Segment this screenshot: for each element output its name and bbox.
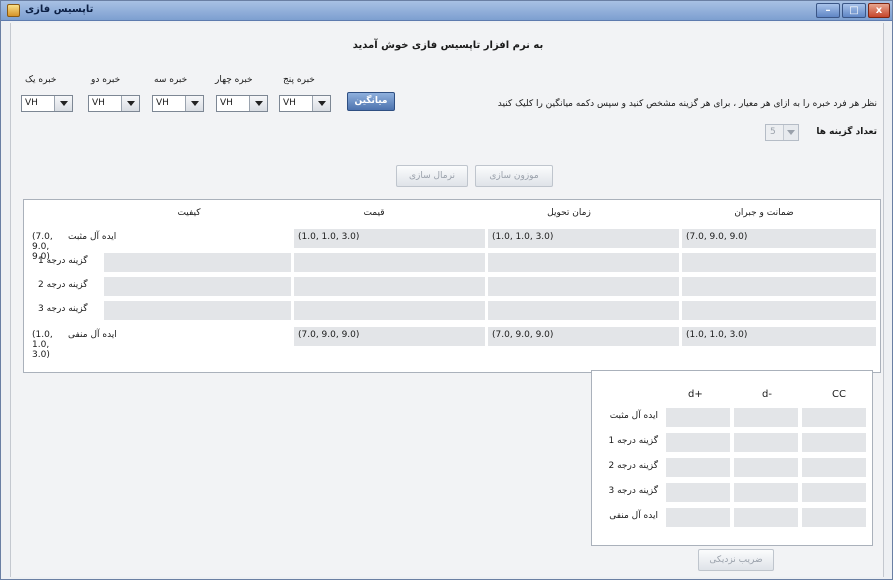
result-cell [734,408,798,427]
app-window: تاپسیس فازی – □ x پژوهشگاه علوم انسانی و… [0,0,893,580]
column-header-quality: کیفیت [177,208,201,218]
table-cell [682,253,876,272]
result-row-label: ایده آل مثبت [609,411,658,421]
result-cell [666,433,730,452]
instruction-text: نظر هر فرد خبره را به ازای هر معیار ، بر… [497,99,877,109]
table-cell [488,253,679,272]
chevron-down-icon[interactable] [54,96,72,111]
welcome-text: به نرم افزار تاپسیس فازی خوش آمدید [352,40,544,51]
expert-5-label: خبره پنج [283,75,315,85]
cell-value: (1.0, 1.0, 3.0) [298,232,360,242]
table-cell [104,253,291,272]
result-cell [666,483,730,502]
window-title: تاپسیس فازی [25,4,94,15]
result-cell [734,458,798,477]
result-cell [666,408,730,427]
chevron-down-icon[interactable] [783,125,798,140]
table-cell: (1.0, 1.0, 3.0) [488,229,679,248]
expert-2-label: خبره دو [91,75,121,85]
column-header-d-plus: d+ [688,389,703,400]
table-cell [682,277,876,296]
table-cell [294,277,485,296]
chevron-down-icon[interactable] [185,96,203,111]
table-cell: (1.0, 1.0, 3.0) [294,229,485,248]
expert-1-select[interactable]: VH [21,95,73,112]
close-button[interactable]: x [868,3,890,18]
chevron-down-icon[interactable] [121,96,139,111]
result-row-label: گزینه درجه 2 [608,461,659,471]
expert-2-value: VH [92,98,105,108]
closeness-coefficient-button[interactable]: ضریب نزدیکی [698,549,774,571]
title-bar[interactable]: تاپسیس فازی – □ x [1,1,892,21]
expert-4-value: VH [220,98,233,108]
cell-value: (7.0, 9.0, 9.0) [492,330,554,340]
result-row-label: گزینه درجه 3 [608,486,659,496]
result-cell [802,433,866,452]
result-cell [734,433,798,452]
cell-value: (7.0, 9.0, 9.0) [686,232,748,242]
table-cell: (7.0, 9.0, 9.0) [28,229,68,262]
options-count-select[interactable]: 5 [765,124,799,141]
column-header-delivery: زمان تحویل [547,208,591,218]
table-cell: (1.0, 1.0, 3.0) [682,327,876,346]
expert-3-value: VH [156,98,169,108]
row-label-option-1: گزینه درجه 1 [38,256,88,266]
result-row-label: گزینه درجه 1 [608,436,659,446]
maximize-button[interactable]: □ [842,3,866,18]
result-cell [666,458,730,477]
column-header-price: قیمت [363,208,385,218]
expert-5-select[interactable]: VH [279,95,331,112]
expert-4-label: خبره چهار [215,75,253,85]
expert-3-label: خبره سه [154,75,188,85]
table-cell [294,301,485,320]
chevron-down-icon[interactable] [249,96,267,111]
cell-value: (7.0, 9.0, 9.0) [298,330,360,340]
result-cell [802,408,866,427]
table-cell: (7.0, 9.0, 9.0) [294,327,485,346]
column-header-cc: CC [832,389,846,400]
table-cell [488,301,679,320]
column-header-warranty: ضمانت و جبران [734,208,794,218]
results-table: d+ d- CC ایده آل مثبت گزینه درجه 1 گزینه… [591,370,873,546]
table-cell [488,277,679,296]
expert-1-value: VH [25,98,38,108]
column-header-d-minus: d- [762,389,772,400]
row-label-option-3: گزینه درجه 3 [38,304,88,314]
table-cell [104,301,291,320]
expert-5-value: VH [283,98,296,108]
expert-1-label: خبره یک [25,75,57,85]
chevron-down-icon[interactable] [312,96,330,111]
options-count-label: تعداد گزینه ها [816,127,877,137]
expert-3-select[interactable]: VH [152,95,204,112]
average-button[interactable]: میانگین [347,92,395,111]
row-label-negative-ideal: ایده آل منفی [68,330,117,340]
result-row-label: ایده آل منفی [609,511,658,521]
java-app-icon [7,4,20,17]
options-count-value: 5 [770,127,776,137]
result-cell [734,508,798,527]
main-panel: پژوهشگاه علوم انسانی و مطالعات فرهنگی پر… [10,23,884,577]
result-cell [802,483,866,502]
table-cell: (7.0, 9.0, 9.0) [488,327,679,346]
cell-value: (1.0, 1.0, 3.0) [32,330,53,360]
table-cell: (1.0, 1.0, 3.0) [28,327,68,360]
expert-4-select[interactable]: VH [216,95,268,112]
expert-2-select[interactable]: VH [88,95,140,112]
result-cell [734,483,798,502]
table-cell [682,301,876,320]
minimize-button[interactable]: – [816,3,840,18]
decision-matrix-table: ضمانت و جبران زمان تحویل قیمت کیفیت ایده… [23,199,881,373]
result-cell [666,508,730,527]
result-cell [802,458,866,477]
weighting-button[interactable]: موزون سازی [475,165,553,187]
table-cell [294,253,485,272]
table-cell: (7.0, 9.0, 9.0) [682,229,876,248]
row-label-positive-ideal: ایده آل مثبت [68,232,117,242]
result-cell [802,508,866,527]
row-label-option-2: گزینه درجه 2 [38,280,88,290]
normalize-button[interactable]: نرمال سازی [396,165,468,187]
cell-value: (1.0, 1.0, 3.0) [686,330,748,340]
cell-value: (1.0, 1.0, 3.0) [492,232,554,242]
table-cell [104,277,291,296]
